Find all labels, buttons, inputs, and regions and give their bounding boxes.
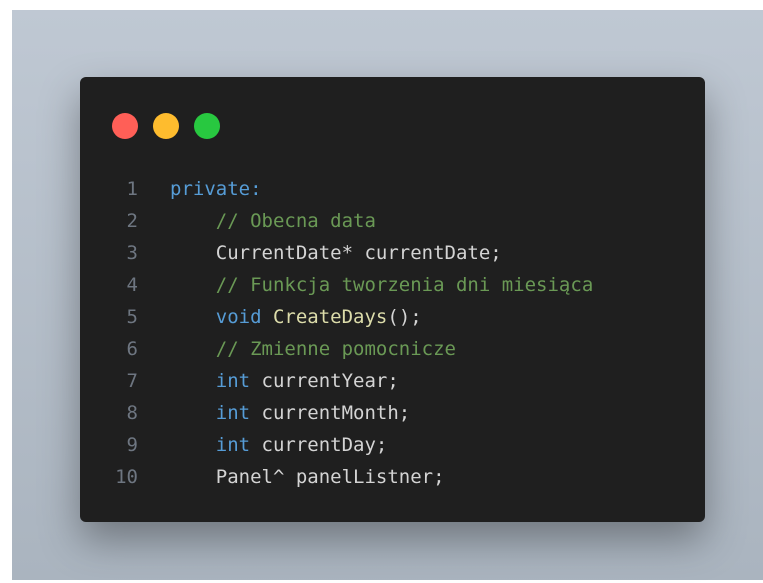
token-text: Panel^ panelListner; [215, 466, 445, 488]
token-keyword: void [215, 306, 262, 328]
line-number: 9 [126, 434, 138, 456]
line-number: 1 [126, 178, 138, 200]
line-number: 6 [126, 338, 138, 360]
code-line: 7 int currentYear; [80, 365, 705, 397]
code-line: 3 CurrentDate* currentDate; [80, 237, 705, 269]
token-comment: // Zmienne pomocnicze [215, 338, 456, 360]
code-text: int currentMonth; [138, 397, 705, 429]
line-number: 2 [126, 210, 138, 232]
line-number: 7 [126, 370, 138, 392]
token-text: currentMonth; [250, 402, 411, 424]
code-line: 1 private: [80, 173, 705, 205]
maximize-dot-icon[interactable] [194, 113, 220, 139]
screenshot-frame: 1 private: 2 // Obecna data 3 CurrentDate* … [12, 10, 763, 580]
token-keyword: int [215, 402, 251, 424]
code-text: Panel^ panelListner; [138, 461, 705, 493]
code-line: 6 // Zmienne pomocnicze [80, 333, 705, 365]
token-comment: // Funkcja tworzenia dni miesiąca [215, 274, 594, 296]
line-number: 5 [126, 306, 138, 328]
code-text: // Funkcja tworzenia dni miesiąca [138, 269, 705, 301]
code-line: 2 // Obecna data [80, 205, 705, 237]
code-text: // Obecna data [138, 205, 705, 237]
code-line: 10 Panel^ panelListner; [80, 461, 705, 493]
token-keyword: int [215, 434, 251, 456]
code-text: private: [138, 173, 705, 205]
token-text: CurrentDate* currentDate; [215, 242, 502, 264]
token-text: currentYear; [250, 370, 399, 392]
token-text: (); [387, 306, 422, 328]
code-line: 9 int currentDay; [80, 429, 705, 461]
line-number: 10 [115, 466, 138, 488]
window-controls [112, 113, 220, 139]
code-line: 4 // Funkcja tworzenia dni miesiąca [80, 269, 705, 301]
token-comment: // Obecna data [215, 210, 376, 232]
token-keyword: private: [170, 178, 262, 200]
code-line: 8 int currentMonth; [80, 397, 705, 429]
line-number: 8 [126, 402, 138, 424]
code-text: void CreateDays(); [138, 301, 705, 333]
minimize-dot-icon[interactable] [153, 113, 179, 139]
code-block: 1 private: 2 // Obecna data 3 CurrentDate* … [80, 173, 705, 493]
code-text: CurrentDate* currentDate; [138, 237, 705, 269]
token-text: currentDay; [250, 434, 388, 456]
code-text: int currentYear; [138, 365, 705, 397]
token-keyword: int [215, 370, 251, 392]
code-window: 1 private: 2 // Obecna data 3 CurrentDate* … [80, 77, 705, 522]
line-number: 4 [126, 274, 138, 296]
code-line: 5 void CreateDays(); [80, 301, 705, 333]
line-number: 3 [126, 242, 138, 264]
code-text: // Zmienne pomocnicze [138, 333, 705, 365]
token-function: CreateDays [272, 306, 388, 328]
close-dot-icon[interactable] [112, 113, 138, 139]
code-text: int currentDay; [138, 429, 705, 461]
